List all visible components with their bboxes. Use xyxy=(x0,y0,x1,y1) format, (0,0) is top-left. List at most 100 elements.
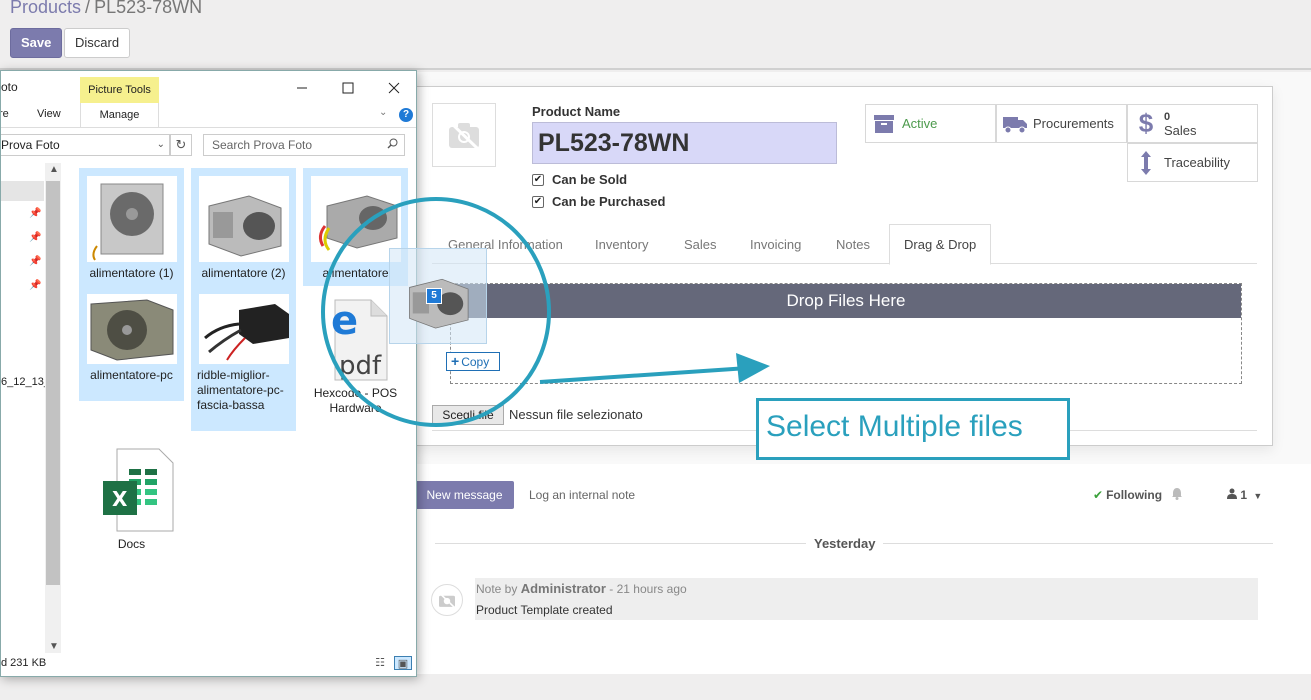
active-toggle-button[interactable]: Active xyxy=(865,104,996,143)
file-item[interactable]: alimentatore (1) xyxy=(79,168,184,286)
nav-item-label[interactable]: 6_12_13_ xyxy=(1,376,50,388)
procurements-button[interactable]: Procurements xyxy=(996,104,1127,143)
drag-copy-tooltip: + Copy xyxy=(446,352,500,371)
nav-scrollbar[interactable]: ▲ ▼ xyxy=(45,163,61,653)
refresh-button[interactable]: ↻ xyxy=(170,134,192,156)
message-meta: Note by Administrator - 21 hours ago xyxy=(476,581,687,596)
message-time: - 21 hours ago xyxy=(609,582,687,596)
power-supply-thumbnail xyxy=(198,176,289,262)
pin-icon[interactable]: 📌 xyxy=(29,280,41,291)
avatar xyxy=(431,584,463,616)
message-author[interactable]: Administrator xyxy=(521,581,606,596)
truck-icon xyxy=(997,114,1033,134)
file-item[interactable]: alimentatore-pc xyxy=(79,286,184,401)
traceability-label: Traceability xyxy=(1164,155,1230,170)
file-item[interactable]: ridble-miglior-alimentatore-pc-fascia-ba… xyxy=(191,286,296,431)
tab-manage[interactable]: Manage xyxy=(80,103,159,128)
pin-icon[interactable]: 📌 xyxy=(29,232,41,243)
message-item: Note by Administrator - 21 hours ago Pro… xyxy=(475,578,1258,620)
choose-file-button[interactable]: Scegli file xyxy=(432,405,504,425)
archive-icon xyxy=(866,114,902,134)
user-icon xyxy=(1227,488,1240,502)
bell-icon[interactable] xyxy=(1171,487,1183,503)
file-name: ridble-miglior-alimentatore-pc-fascia-ba… xyxy=(197,368,284,412)
minimize-button[interactable] xyxy=(279,73,325,103)
maximize-button[interactable] xyxy=(325,73,371,103)
tab-sales[interactable]: Sales xyxy=(684,237,717,252)
pin-icon[interactable]: 📌 xyxy=(29,208,41,219)
save-button[interactable]: Save xyxy=(10,28,63,58)
breadcrumb-separator: / xyxy=(85,0,91,17)
help-icon[interactable]: ? xyxy=(399,108,413,122)
control-panel: Products / PL523-78WN Save Discard xyxy=(0,0,1311,70)
new-message-button[interactable]: New message xyxy=(415,481,514,509)
breadcrumb-products-link[interactable]: Products xyxy=(10,0,81,17)
following-button[interactable]: ✔ Following xyxy=(1093,488,1162,502)
nav-item-selected[interactable] xyxy=(1,181,44,201)
details-view-icon[interactable]: ☷ xyxy=(371,656,389,670)
file-name: alimentatore xyxy=(322,266,389,280)
tab-drag-and-drop[interactable]: Drag & Drop xyxy=(889,224,992,265)
date-separator: Yesterday xyxy=(806,536,884,551)
chevron-down-icon[interactable]: ⌄ xyxy=(379,107,387,118)
navigation-pane[interactable]: 📌 📌 📌 📌 6_12_13_ xyxy=(1,161,50,649)
product-name-input[interactable]: PL523-78WN xyxy=(532,122,837,164)
svg-text:e: e xyxy=(331,298,358,344)
discard-button[interactable]: Discard xyxy=(64,28,131,58)
file-name: alimentatore (2) xyxy=(201,266,286,280)
pin-icon[interactable]: 📌 xyxy=(29,256,41,267)
scrollbar-thumb[interactable] xyxy=(46,181,60,585)
drop-zone-header: Drop Files Here xyxy=(451,284,1241,318)
log-note-link[interactable]: Log an internal note xyxy=(529,488,635,502)
file-name: alimentatore-pc xyxy=(90,368,173,382)
traceability-button[interactable]: Traceability xyxy=(1127,143,1258,182)
close-button[interactable] xyxy=(371,73,416,103)
power-supply-thumbnail xyxy=(86,294,177,364)
tab-view[interactable]: View xyxy=(37,108,61,120)
drag-count-badge: 5 xyxy=(426,288,442,304)
no-image-icon xyxy=(438,592,456,608)
file-name: alimentatore (1) xyxy=(89,266,174,280)
tab-inventory[interactable]: Inventory xyxy=(595,237,648,252)
active-label: Active xyxy=(902,116,938,131)
procurements-label: Procurements xyxy=(1033,116,1114,131)
window-title: oto xyxy=(1,80,18,94)
no-image-icon xyxy=(448,120,480,150)
ribbon-divider xyxy=(1,127,416,128)
scroll-down-icon[interactable]: ▼ xyxy=(49,641,59,652)
search-input[interactable]: Search Prova Foto xyxy=(203,134,405,156)
product-image[interactable] xyxy=(432,103,496,167)
power-supply-thumbnail xyxy=(86,176,177,262)
power-supply-thumbnail xyxy=(198,294,289,364)
sales-label: Sales xyxy=(1164,122,1197,138)
can-be-sold-checkbox[interactable]: ✔ xyxy=(532,173,544,186)
message-body: Product Template created xyxy=(476,603,613,617)
annotation-callout: Select Multiple files xyxy=(756,398,1070,460)
plus-icon: + xyxy=(451,353,460,369)
address-bar[interactable]: Prova Foto ⌄ xyxy=(1,134,170,156)
followers-dropdown[interactable]: 1 ▼ xyxy=(1227,488,1262,502)
scroll-up-icon[interactable]: ▲ xyxy=(49,164,59,175)
tab-share[interactable]: re xyxy=(1,108,9,120)
file-item[interactable]: alimentatore (2) xyxy=(191,168,296,286)
maximize-icon xyxy=(342,82,354,94)
tab-invoicing[interactable]: Invoicing xyxy=(750,237,801,252)
can-be-sold-label: Can be Sold xyxy=(552,172,628,187)
file-item[interactable]: X Docs xyxy=(79,439,184,551)
notebook-tabs: General Information Inventory Sales Invo… xyxy=(432,224,1257,265)
svg-text:pdf: pdf xyxy=(339,351,382,381)
drop-zone[interactable]: Drop Files Here xyxy=(450,283,1242,384)
large-icons-view-icon[interactable]: ▣ xyxy=(394,656,412,670)
tab-notes[interactable]: Notes xyxy=(836,237,870,252)
refresh-icon: ↻ xyxy=(175,137,187,152)
breadcrumb-current: PL523-78WN xyxy=(94,0,203,17)
power-supply-thumbnail xyxy=(310,176,401,262)
file-explorer-window[interactable]: oto Picture Tools re View Manage ⌄ ? Pro… xyxy=(0,70,417,677)
svg-text:X: X xyxy=(112,487,128,511)
file-name: Hexcode - POS Hardware xyxy=(313,386,398,415)
chevron-down-icon[interactable]: ⌄ xyxy=(157,135,165,155)
search-placeholder: Search Prova Foto xyxy=(212,138,313,152)
dollar-icon: $ xyxy=(1138,108,1154,138)
sales-button[interactable]: $ 0 Sales xyxy=(1127,104,1258,143)
can-be-purchased-checkbox[interactable]: ✔ xyxy=(532,195,544,208)
